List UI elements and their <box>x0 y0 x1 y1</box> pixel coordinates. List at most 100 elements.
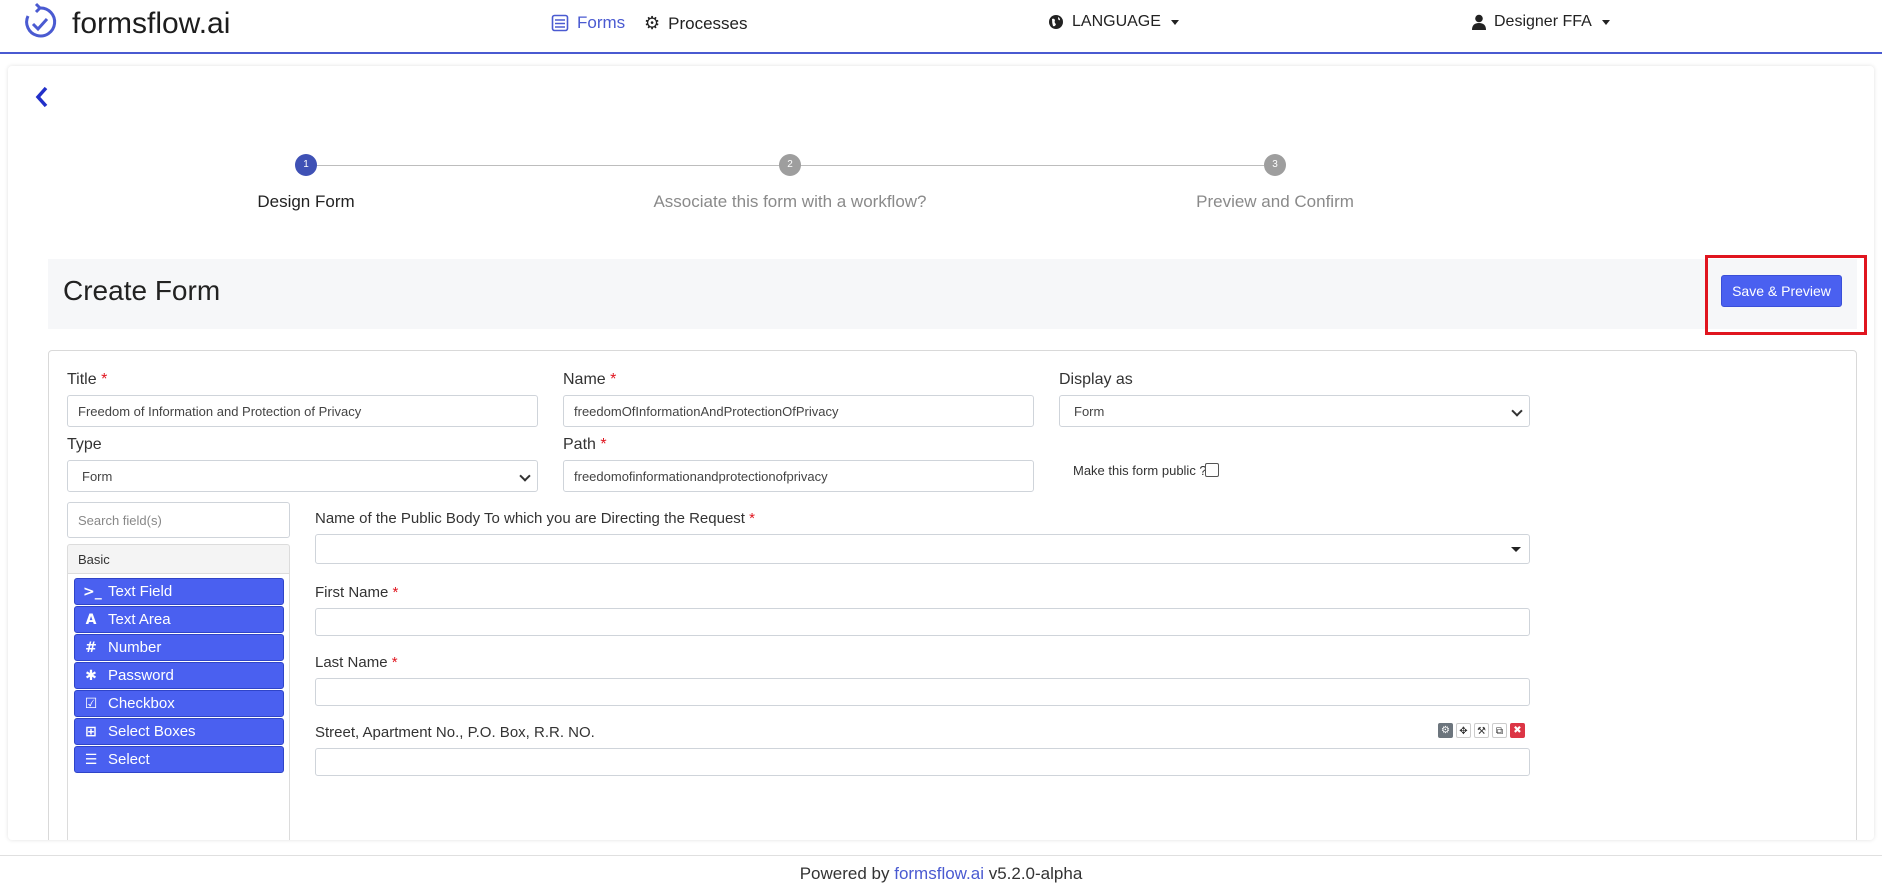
gear-icon[interactable]: ⚙ <box>1438 723 1453 738</box>
path-label: Path * <box>563 436 607 454</box>
type-select[interactable]: Form <box>67 460 538 492</box>
form-panel: Title * Freedom of Information and Prote… <box>48 350 1857 840</box>
formsflow-logo-icon <box>25 2 57 38</box>
caret-down-icon <box>1601 19 1610 25</box>
name-label-text: Name <box>563 371 606 388</box>
public-body-select[interactable] <box>315 534 1530 564</box>
first-name-label: First Name * <box>315 584 398 601</box>
gears-icon: ⚙ <box>644 13 661 34</box>
nav-processes[interactable]: ⚙ Processes <box>644 13 748 34</box>
name-label: Name * <box>563 371 616 389</box>
title-label-text: Title <box>67 371 97 388</box>
nav-forms[interactable]: Forms <box>551 13 625 33</box>
main-content: 1 2 3 Design Form Associate this form wi… <box>8 66 1874 840</box>
required-mark: * <box>749 510 755 527</box>
back-chevron-icon[interactable] <box>32 84 52 110</box>
asterisk-icon: ✱ <box>85 667 97 684</box>
first-name-input[interactable] <box>315 608 1530 636</box>
chevron-down-icon <box>1511 405 1523 417</box>
user-label: Designer FFA <box>1494 13 1592 30</box>
component-toolbar: ⚙ ✥ ⚒ ⧉ ✖ <box>1438 723 1525 738</box>
terminal-icon: >_ <box>83 583 102 600</box>
component-label: Text Field <box>108 583 173 600</box>
required-mark: * <box>600 436 607 453</box>
component-number[interactable]: # Number <box>74 634 284 661</box>
required-mark: * <box>392 584 399 601</box>
display-as-select[interactable]: Form <box>1059 395 1530 427</box>
page-title: Create Form <box>63 275 221 306</box>
make-public-label: Make this form public ? <box>1073 463 1207 478</box>
nav-forms-label: Forms <box>577 13 626 32</box>
public-body-label: Name of the Public Body To which you are… <box>315 510 755 527</box>
type-value: Form <box>82 469 113 484</box>
component-checkbox[interactable]: ☑ Checkbox <box>74 690 284 717</box>
footer: Powered by formsflow.ai v5.2.0-alpha <box>0 855 1882 886</box>
step-3-indicator: 3 <box>1264 154 1286 176</box>
footer-link[interactable]: formsflow.ai <box>894 864 984 883</box>
hashtag-icon: # <box>85 639 97 656</box>
path-input[interactable]: freedomofinformationandprotectionofpriva… <box>563 460 1034 492</box>
stepper-connector <box>800 165 1264 166</box>
component-label: Select Boxes <box>108 723 196 740</box>
copy-icon[interactable]: ⧉ <box>1492 723 1507 738</box>
field-label-text: Last Name <box>315 654 388 671</box>
component-text-field[interactable]: >_ Text Field <box>74 578 284 605</box>
remove-icon[interactable]: ✖ <box>1510 723 1525 738</box>
required-mark: * <box>391 654 398 671</box>
title-label: Title * <box>67 371 107 389</box>
display-as-value: Form <box>1074 404 1105 419</box>
make-public-checkbox[interactable] <box>1205 463 1219 477</box>
wrench-icon[interactable]: ⚒ <box>1474 723 1489 738</box>
footer-prefix: Powered by <box>799 864 890 883</box>
list-icon: ☰ <box>84 751 98 768</box>
component-label: Text Area <box>108 611 171 628</box>
font-icon: A <box>85 611 97 628</box>
create-form-header: Create Form Save & Preview <box>48 255 1867 335</box>
display-as-label: Display as <box>1059 371 1133 388</box>
path-label-text: Path <box>563 436 596 453</box>
step-2-indicator: 2 <box>779 154 801 176</box>
brand[interactable]: formsflow.ai <box>22 2 230 46</box>
brand-name: formsflow.ai <box>72 7 231 40</box>
search-fields-input[interactable]: Search field(s) <box>67 502 290 538</box>
last-name-label: Last Name * <box>315 654 398 671</box>
move-icon[interactable]: ✥ <box>1456 723 1471 738</box>
name-input[interactable]: freedomOfInformationAndProtectionOfPriva… <box>563 395 1034 427</box>
component-label: Number <box>108 639 162 656</box>
basic-group-header[interactable]: Basic <box>67 544 290 574</box>
plus-square-icon: ⊞ <box>85 723 97 740</box>
stepper-connector <box>316 165 781 166</box>
globe-icon <box>1049 15 1063 29</box>
chevron-down-icon <box>519 470 531 482</box>
caret-down-icon <box>1170 19 1179 25</box>
component-label: Password <box>108 667 174 684</box>
last-name-input[interactable] <box>315 678 1530 706</box>
field-label-text: First Name <box>315 584 389 601</box>
component-text-area[interactable]: A Text Area <box>74 606 284 633</box>
language-dropdown[interactable]: LANGUAGE <box>1048 13 1179 31</box>
step-3-label: Preview and Confirm <box>1196 192 1354 211</box>
footer-version: v5.2.0-alpha <box>988 864 1083 883</box>
street-label: Street, Apartment No., P.O. Box, R.R. NO… <box>315 724 595 741</box>
step-2-label: Associate this form with a workflow? <box>653 192 927 211</box>
check-square-icon: ☑ <box>84 695 98 712</box>
required-mark: * <box>610 371 617 388</box>
title-input[interactable]: Freedom of Information and Protection of… <box>67 395 538 427</box>
forms-icon <box>551 14 569 32</box>
nav-processes-label: Processes <box>668 13 748 33</box>
step-1-indicator: 1 <box>295 154 317 176</box>
component-password[interactable]: ✱ Password <box>74 662 284 689</box>
caret-down-icon <box>1511 547 1521 552</box>
component-select-boxes[interactable]: ⊞ Select Boxes <box>74 718 284 745</box>
user-icon <box>1472 14 1486 30</box>
type-label: Type <box>67 436 102 453</box>
basic-components-list: >_ Text Field A Text Area # Number ✱ Pas… <box>67 574 290 840</box>
save-preview-button[interactable]: Save & Preview <box>1721 275 1842 307</box>
component-select[interactable]: ☰ Select <box>74 746 284 773</box>
top-navbar: formsflow.ai Forms ⚙ Processes LANGUAGE … <box>0 0 1882 54</box>
street-input[interactable] <box>315 748 1530 776</box>
step-1-label: Design Form <box>257 192 355 211</box>
component-label: Select <box>108 751 150 768</box>
user-dropdown[interactable]: Designer FFA <box>1472 13 1610 31</box>
field-label-text: Name of the Public Body To which you are… <box>315 510 745 527</box>
